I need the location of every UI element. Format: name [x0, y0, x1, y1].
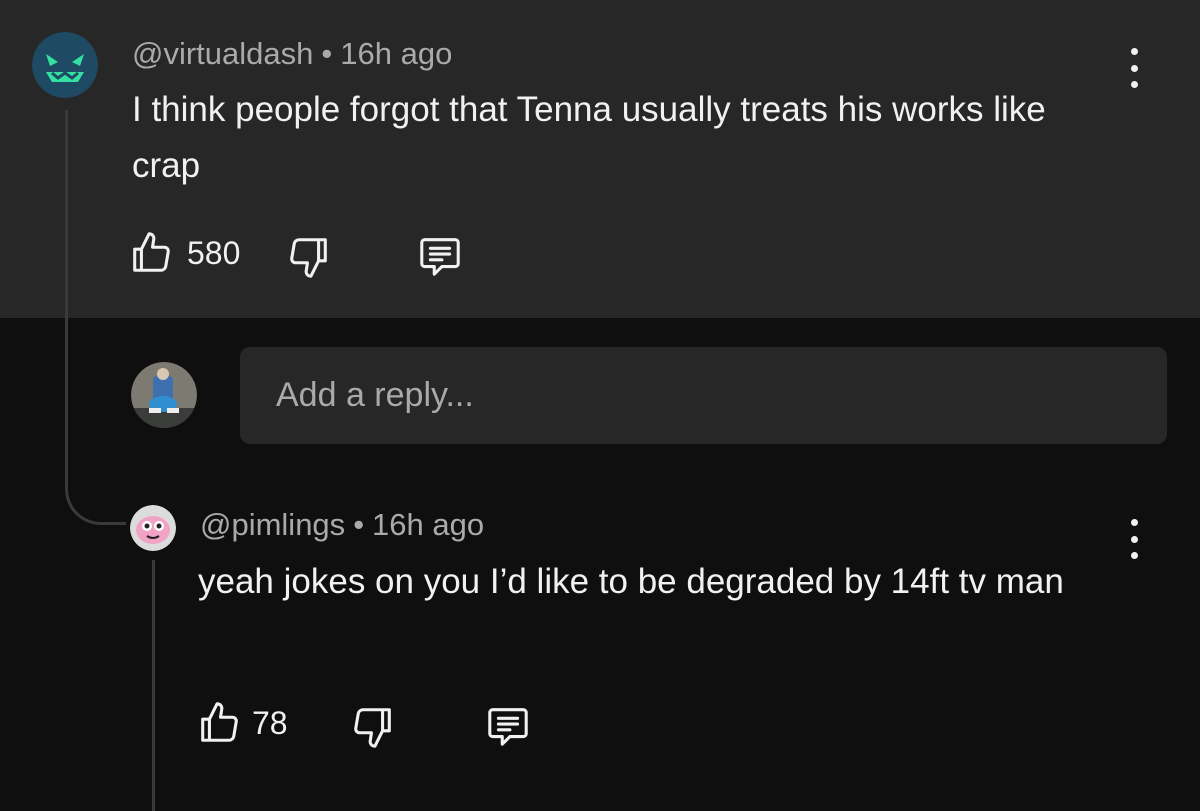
comment-time[interactable]: 16h ago: [340, 36, 452, 71]
thumbs-down-icon: [354, 708, 391, 748]
like-count: 580: [187, 235, 241, 271]
user-avatar[interactable]: [32, 32, 98, 98]
reply-like-count: 78: [252, 705, 288, 741]
reply-button[interactable]: [416, 233, 464, 279]
reply-input[interactable]: [274, 375, 1138, 416]
comment-meta: @virtualdash • 16h ago: [132, 36, 452, 72]
reply-like-button[interactable]: [196, 700, 242, 746]
thumbs-down-icon: [290, 238, 327, 278]
comment-icon: [488, 708, 528, 746]
green-grinning-face-icon: [32, 32, 98, 98]
current-user-avatar: [131, 362, 197, 428]
reply-more-options-icon[interactable]: [1124, 519, 1144, 559]
thumbs-up-icon: [133, 232, 170, 272]
reply-author[interactable]: @pimlings: [200, 507, 345, 542]
comment-author[interactable]: @virtualdash: [132, 36, 313, 71]
thumbs-up-icon: [201, 702, 238, 742]
thread-connector: [65, 470, 126, 525]
reply-reply-button[interactable]: [484, 703, 532, 749]
meta-separator: •: [353, 507, 365, 542]
reply-time[interactable]: 16h ago: [372, 507, 484, 542]
thread-line: [65, 110, 68, 478]
reply-dislike-button[interactable]: [350, 704, 396, 750]
comments-thread: @virtualdash • 16h ago I think people forg…: [0, 0, 1200, 811]
reply-user-avatar[interactable]: [130, 505, 176, 551]
like-button[interactable]: [128, 230, 174, 276]
more-options-icon[interactable]: [1124, 48, 1144, 88]
comment-text: I think people forgot that Tenna usually…: [132, 90, 1046, 185]
current-user-avatar-image: [131, 362, 197, 428]
reply-input-container[interactable]: [240, 347, 1167, 444]
meta-separator: •: [321, 36, 333, 71]
reply-text: yeah jokes on you I’d like to be degrade…: [198, 562, 1064, 601]
pink-blob-face-icon: [130, 505, 176, 551]
comment-icon: [420, 238, 460, 276]
dislike-button[interactable]: [286, 234, 332, 280]
reply-thread-line: [152, 560, 155, 811]
reply-meta: @pimlings • 16h ago: [200, 507, 484, 543]
